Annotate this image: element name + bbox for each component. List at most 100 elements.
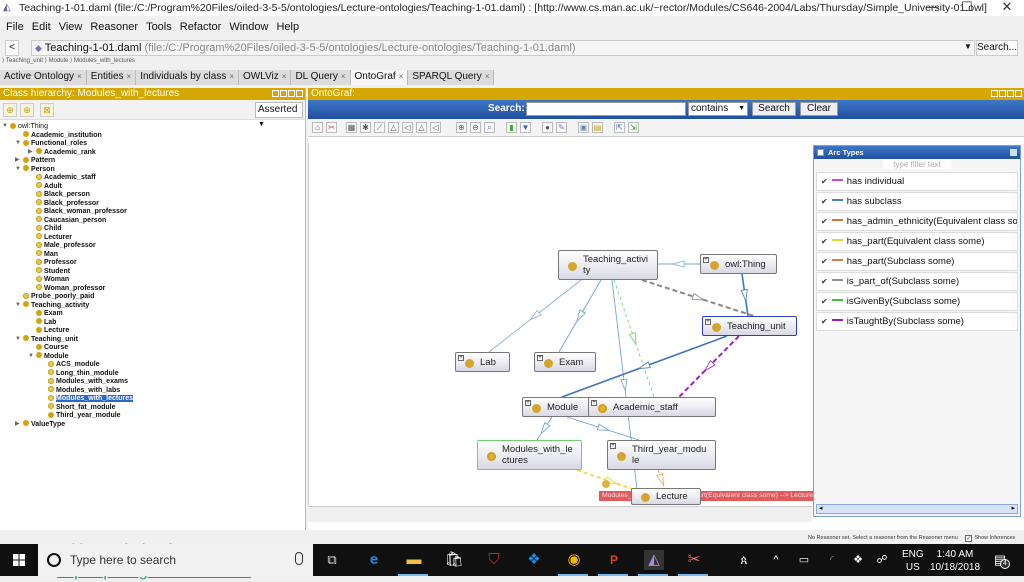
dropbox-icon[interactable]: ❖ bbox=[524, 550, 544, 570]
clear-graph-icon[interactable]: ✂ bbox=[326, 122, 337, 133]
grid-layout-icon[interactable]: ▦ bbox=[346, 122, 357, 133]
tree-expand-toggle[interactable]: ▼ bbox=[15, 139, 21, 148]
graph-node-lecture[interactable]: Lecture bbox=[631, 488, 701, 505]
mcafee-icon[interactable]: ⛉ bbox=[484, 550, 504, 570]
tab-sparql-query[interactable]: SPARQL Query × bbox=[408, 70, 495, 85]
tree-expand-toggle[interactable]: ▶ bbox=[15, 420, 20, 429]
arc-type-item[interactable]: ✔ has_part(Equivalent class some) bbox=[816, 232, 1018, 251]
tree-expand-toggle[interactable]: ▼ bbox=[15, 165, 21, 174]
tree-expand-toggle[interactable]: ▼ bbox=[2, 122, 8, 131]
home-icon[interactable]: ⌂ bbox=[312, 122, 323, 133]
dropbox-tray-icon[interactable]: ❖ bbox=[848, 550, 868, 570]
close-view-button[interactable] bbox=[1015, 90, 1022, 97]
arc-type-checkbox[interactable]: ✔ bbox=[821, 237, 828, 246]
radial-layout-icon[interactable]: ✱ bbox=[360, 122, 371, 133]
expand-node-icon[interactable]: + bbox=[591, 400, 597, 406]
menu-reasoner[interactable]: Reasoner bbox=[90, 21, 138, 33]
view-button[interactable] bbox=[999, 90, 1006, 97]
delete-class-icon[interactable]: ⊠ bbox=[40, 103, 54, 117]
microphone-icon[interactable] bbox=[295, 552, 303, 565]
powerpoint-icon[interactable]: P bbox=[604, 550, 624, 570]
expand-node-icon[interactable]: + bbox=[458, 355, 464, 361]
tab-entities[interactable]: Entities × bbox=[86, 70, 137, 85]
people-icon[interactable]: ጰ bbox=[734, 550, 754, 570]
arc-type-checkbox[interactable]: ✔ bbox=[821, 317, 828, 326]
ontology-selector[interactable]: ◆ Teaching-1-01.daml (file:/C:/Program%2… bbox=[31, 40, 975, 56]
directed-layout-icon[interactable]: △ bbox=[416, 122, 427, 133]
hierarchy-mode-select[interactable]: Asserted ▼ bbox=[255, 102, 303, 128]
close-tab-icon[interactable]: × bbox=[229, 72, 234, 81]
arc-filter-input[interactable]: type filter text bbox=[814, 159, 1020, 171]
expand-node-icon[interactable]: + bbox=[525, 400, 531, 406]
graph-canvas[interactable]: Modules_with_lectures -- has_part(Equiva… bbox=[308, 143, 816, 505]
close-button[interactable]: ✕ bbox=[990, 0, 1024, 16]
zoom-fit-icon[interactable]: ⌕ bbox=[484, 122, 495, 133]
graph-node-third-year-module[interactable]: + Third_year_modu le bbox=[607, 440, 716, 470]
file-explorer-icon[interactable]: ▬ bbox=[404, 550, 424, 570]
arc-type-checkbox[interactable]: ✔ bbox=[821, 177, 828, 186]
close-tab-icon[interactable]: × bbox=[485, 72, 490, 81]
arc-type-checkbox[interactable]: ✔ bbox=[821, 217, 828, 226]
arc-types-toggle-icon[interactable] bbox=[817, 149, 824, 156]
ontology-dropdown-icon[interactable]: ▼ bbox=[964, 42, 972, 51]
menu-view[interactable]: View bbox=[59, 21, 83, 33]
tab-ontograf[interactable]: OntoGraf × bbox=[350, 70, 409, 85]
close-tab-icon[interactable]: × bbox=[341, 72, 346, 81]
camera-icon[interactable]: ● bbox=[542, 122, 553, 133]
snipping-tool-icon[interactable]: ✂ bbox=[684, 550, 704, 570]
arc-type-item[interactable]: ✔ has_part(Subclass some) bbox=[816, 252, 1018, 271]
menu-help[interactable]: Help bbox=[276, 21, 299, 33]
task-view-icon[interactable]: ⧉ bbox=[322, 550, 342, 570]
start-button[interactable] bbox=[0, 544, 38, 576]
menu-edit[interactable]: Edit bbox=[32, 21, 51, 33]
tab-owlviz[interactable]: OWLViz × bbox=[239, 70, 292, 85]
close-tab-icon[interactable]: × bbox=[77, 72, 82, 81]
expand-node-icon[interactable]: + bbox=[703, 257, 709, 263]
restriction-node-icon[interactable] bbox=[602, 480, 610, 488]
arc-type-checkbox[interactable]: ✔ bbox=[821, 257, 828, 266]
match-mode-select[interactable]: contains ▼ bbox=[688, 102, 748, 116]
menu-window[interactable]: Window bbox=[229, 21, 268, 33]
chrome-icon[interactable]: ◉ bbox=[564, 550, 584, 570]
arc-type-item[interactable]: ✔ isTaughtBy(Subclass some) bbox=[816, 312, 1018, 331]
import-icon[interactable]: ⇲ bbox=[628, 122, 639, 133]
view-button[interactable] bbox=[991, 90, 998, 97]
taskbar-search-box[interactable]: Type here to search bbox=[38, 544, 313, 576]
arc-filter-icon[interactable]: ▼ bbox=[520, 122, 531, 133]
expand-node-icon[interactable]: + bbox=[537, 355, 543, 361]
graph-node-teaching-unit[interactable]: + Teaching_unit bbox=[702, 316, 797, 336]
maximize-button[interactable]: ☐ bbox=[950, 0, 984, 16]
breadcrumb[interactable]: ⟩ Teaching_unit ⟩ Module ⟩ Modules_with_… bbox=[2, 57, 135, 64]
node-tooltips-icon[interactable]: ▮ bbox=[506, 122, 517, 133]
horizontal-tree-layout-icon[interactable]: ◁ bbox=[402, 122, 413, 133]
arc-type-checkbox[interactable]: ✔ bbox=[821, 297, 828, 306]
battery-icon[interactable]: ▭ bbox=[794, 550, 814, 570]
show-hidden-icons[interactable]: ^ bbox=[766, 550, 786, 570]
add-subclass-icon[interactable]: ⊕ bbox=[3, 103, 17, 117]
tree-expand-toggle[interactable]: ▼ bbox=[15, 301, 21, 310]
graph-search-input[interactable] bbox=[526, 102, 686, 116]
arc-type-item[interactable]: ✔ isGivenBy(Subclass some) bbox=[816, 292, 1018, 311]
close-view-button[interactable] bbox=[296, 90, 303, 97]
graph-search-button[interactable]: Search bbox=[752, 102, 796, 116]
clock[interactable]: 1:40 AM 10/18/2018 bbox=[930, 548, 980, 580]
zoom-out-icon[interactable]: ⊖ bbox=[470, 122, 481, 133]
search-button[interactable]: Search... bbox=[976, 40, 1018, 56]
graph-node-teaching-activity[interactable]: Teaching_activi ty bbox=[558, 250, 658, 280]
export-icon[interactable]: ⇱ bbox=[614, 122, 625, 133]
show-inferences-checkbox[interactable]: ✓ bbox=[965, 535, 973, 542]
close-tab-icon[interactable]: × bbox=[127, 72, 132, 81]
wifi-icon[interactable]: ◜ bbox=[822, 550, 842, 570]
menu-refactor[interactable]: Refactor bbox=[180, 21, 222, 33]
network-icon[interactable]: ☍ bbox=[872, 550, 892, 570]
menu-tools[interactable]: Tools bbox=[146, 21, 172, 33]
graph-node-module[interactable]: + Module bbox=[522, 397, 591, 417]
scroll-right-icon[interactable]: ▸ bbox=[1011, 505, 1015, 513]
close-tab-icon[interactable]: × bbox=[399, 72, 404, 81]
language-indicator[interactable]: ENG US bbox=[902, 548, 924, 580]
close-tab-icon[interactable]: × bbox=[282, 72, 287, 81]
scroll-left-icon[interactable]: ◂ bbox=[819, 505, 823, 512]
graph-node-modules-with-lectures[interactable]: Modules_with_le ctures bbox=[477, 440, 582, 470]
view-button[interactable] bbox=[280, 90, 287, 97]
arc-type-item[interactable]: ✔ is_part_of(Subclass some) bbox=[816, 272, 1018, 291]
